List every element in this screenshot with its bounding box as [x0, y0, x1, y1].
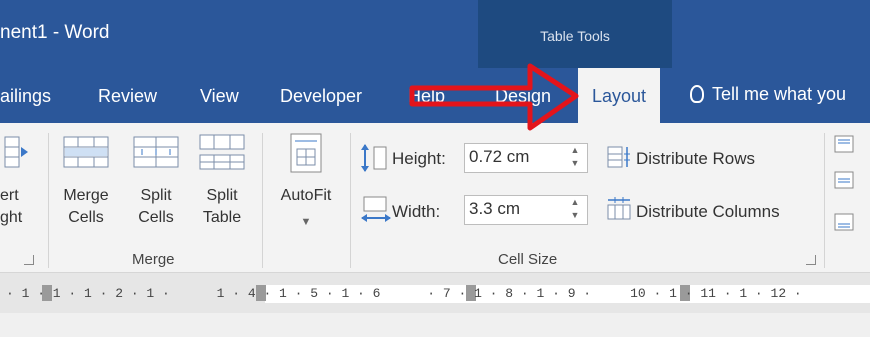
ruler-numbers: · 1 · 1 · 1 · 2 · 1 · 1 · 4 · 1 · 5 · 1 …	[6, 286, 802, 301]
insert-right-label-1: ert	[0, 187, 19, 204]
split-cells-label-2: Cells	[138, 209, 174, 226]
width-spinner[interactable]: ▲ ▼	[566, 196, 584, 226]
distribute-columns-icon	[606, 197, 632, 226]
merge-cells-label-2: Cells	[68, 209, 104, 226]
group-separator	[48, 133, 49, 268]
horizontal-ruler[interactable]: · 1 · 1 · 1 · 2 · 1 · 1 · 4 · 1 · 5 · 1 …	[0, 273, 870, 313]
spin-up-icon[interactable]: ▲	[566, 196, 584, 209]
distribute-rows-button[interactable]: Distribute Rows	[636, 149, 755, 169]
tell-me-text: Tell me what you	[712, 84, 847, 104]
group-separator	[824, 133, 825, 268]
tab-mailings[interactable]: ailings	[0, 86, 51, 107]
merge-cells-label-1: Merge	[63, 187, 109, 204]
autofit-button[interactable]: AutoFit	[270, 185, 342, 207]
split-cells-label-1: Split	[140, 187, 172, 204]
split-cells-icon	[132, 133, 180, 178]
group-separator	[262, 133, 263, 268]
align-top-icon[interactable]	[834, 135, 854, 158]
group-separator	[350, 133, 351, 268]
insert-right-label-2: ght	[0, 209, 23, 226]
align-middle-icon[interactable]	[834, 171, 854, 194]
spin-down-icon[interactable]: ▼	[566, 157, 584, 170]
split-table-label-1: Split	[206, 187, 238, 204]
row-height-icon	[360, 143, 390, 178]
distribute-columns-button[interactable]: Distribute Columns	[636, 202, 780, 222]
ribbon-tabs: ailings Review View Developer Help Desig…	[0, 68, 870, 123]
autofit-icon	[288, 131, 324, 180]
distribute-rows-icon	[606, 145, 632, 174]
align-bottom-icon[interactable]	[834, 213, 854, 236]
tab-help[interactable]: Help	[408, 86, 445, 107]
document-area	[0, 313, 870, 337]
tab-developer[interactable]: Developer	[280, 86, 362, 107]
split-table-label-2: Table	[202, 209, 242, 226]
tab-design[interactable]: Design	[495, 86, 551, 107]
merge-group-label: Merge	[132, 251, 175, 268]
tab-review[interactable]: Review	[98, 86, 157, 107]
split-cells-button[interactable]: Split Cells	[128, 185, 184, 229]
split-table-icon	[198, 133, 246, 178]
spin-down-icon[interactable]: ▼	[566, 209, 584, 222]
ribbon-layout-panel: ert ght Merge Cells Split Cells Split Ta…	[0, 123, 870, 273]
merge-cells-icon	[62, 133, 110, 178]
title-bar: nent1 - Word	[0, 0, 870, 68]
split-table-button[interactable]: Split Table	[194, 185, 250, 229]
dialog-launcher-icon[interactable]	[806, 255, 816, 265]
merge-cells-button[interactable]: Merge Cells	[56, 185, 116, 229]
cell-size-group-label: Cell Size	[498, 251, 558, 268]
chevron-down-icon: ▼	[300, 216, 312, 228]
window-title: nent1 - Word	[0, 22, 110, 43]
height-spinner[interactable]: ▲ ▼	[566, 144, 584, 174]
insert-right-button[interactable]: ert ght	[0, 185, 34, 229]
width-label: Width:	[392, 202, 441, 221]
table-tools-label: Table Tools	[540, 28, 610, 44]
height-label: Height:	[392, 149, 446, 168]
spin-up-icon[interactable]: ▲	[566, 144, 584, 157]
column-width-icon	[360, 195, 392, 230]
tell-me-search[interactable]: Tell me what you	[690, 84, 846, 105]
tab-view[interactable]: View	[200, 86, 239, 107]
lightbulb-icon	[690, 85, 704, 103]
insert-right-icon	[4, 135, 34, 178]
tab-layout[interactable]: Layout	[578, 68, 661, 123]
dialog-launcher-icon[interactable]	[24, 255, 34, 265]
